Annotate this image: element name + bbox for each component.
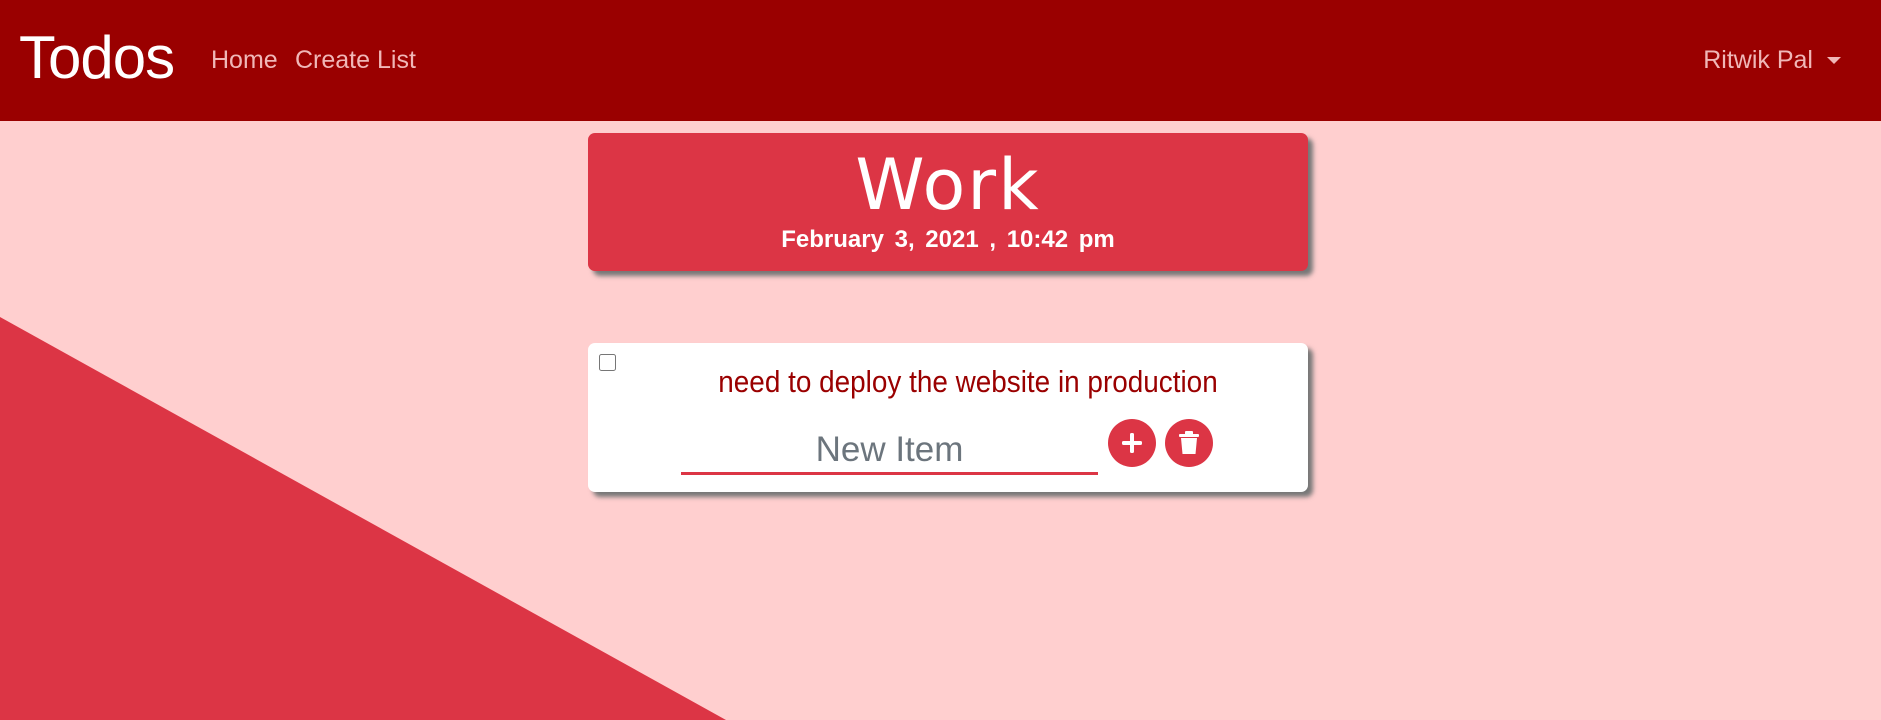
trash-icon: [1179, 431, 1199, 454]
item-checkbox[interactable]: [599, 354, 616, 371]
plus-icon: [1122, 433, 1142, 453]
add-item-button[interactable]: [1108, 419, 1156, 467]
nav-link-home[interactable]: Home: [211, 45, 278, 75]
todo-list-card: need to deploy the website in production: [588, 343, 1308, 492]
user-dropdown[interactable]: Ritwik Pal: [1703, 45, 1841, 75]
list-date: February 3, 2021 , 10:42 pm: [781, 226, 1115, 253]
list-title: Work: [855, 144, 1041, 226]
user-name: Ritwik Pal: [1703, 46, 1813, 74]
list-heading-card: Work February 3, 2021 , 10:42 pm: [588, 133, 1308, 271]
new-item-input[interactable]: [681, 428, 1098, 475]
nav-link-create-list[interactable]: Create List: [295, 45, 416, 75]
brand-logo[interactable]: Todos: [19, 22, 175, 94]
navbar: Todos Home Create List Ritwik Pal: [0, 0, 1881, 121]
todo-item-text: need to deploy the website in production: [718, 364, 1218, 399]
caret-down-icon: [1827, 56, 1841, 64]
delete-list-button[interactable]: [1165, 419, 1213, 467]
